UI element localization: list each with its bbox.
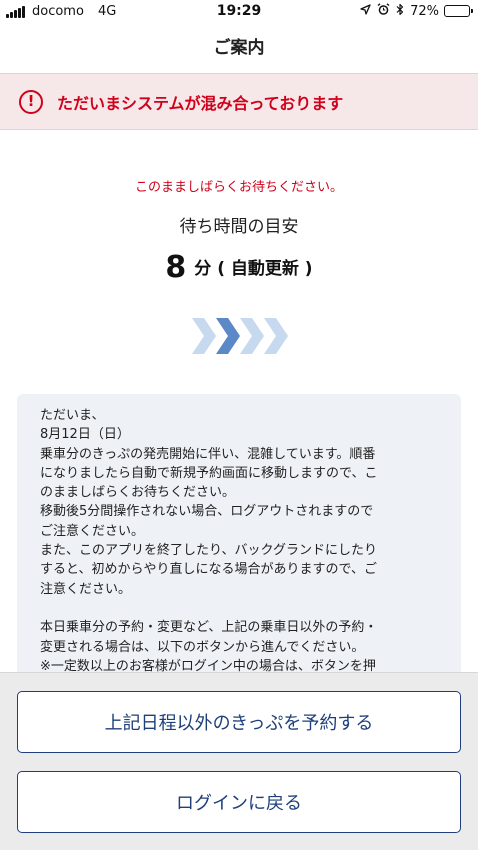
bottom-action-bar: 上記日程以外のきっぷを予約する ログインに戻る [0,672,478,850]
wait-message: このまましばらくお待ちください。 [134,180,343,195]
wait-unit: 分 ( 自動更新 ) [194,259,313,279]
wait-minutes: 8 [165,250,187,285]
status-right: 72% [360,3,473,19]
location-arrow-icon [360,4,371,18]
info-line: 変更される場合は、以下のボタンから進んでください。 [40,639,365,655]
info-line: 移動後5分間操作されない場合、ログアウトされますので [40,504,374,520]
info-line: 本日乗車分の予約・変更など、上記の乗車日以外の予約・ [40,620,378,636]
navigation-bar: ご案内 [0,24,478,74]
info-panel[interactable]: ただいま、 8月12日（日） 乗車分のきっぷの発売開始に伴い、混雑しています。順番に… [17,394,461,694]
wait-time-label: 待ち時間の目安 [179,217,299,237]
info-spacer [40,599,449,618]
progress-arrows-icon [192,318,288,354]
alarm-clock-icon [377,3,390,19]
alert-message: ただいまシステムが混み合っております [57,93,344,113]
back-to-login-button[interactable]: ログインに戻る [17,771,461,833]
page-title: ご案内 [213,38,265,58]
exclamation-circle-icon: ! [19,89,43,114]
bluetooth-icon [396,3,404,19]
alert-banner: ! ただいまシステムが混み合っております [0,74,478,130]
info-line: ただいま、 [40,408,105,423]
info-line: 乗車分のきっぷの発売開始に伴い、混雑しています。順番 [40,446,376,462]
battery-icon [444,5,473,17]
reserve-other-date-button[interactable]: 上記日程以外のきっぷを予約する [17,691,461,753]
info-line: また、このアプリを終了したり、バックグランドにしたり [40,543,377,559]
status-bar: docomo 4G 19:29 72% [0,0,478,24]
info-line: 8月12日（日） [40,427,130,443]
info-line: のまましばらくお待ちください。 [40,485,236,501]
info-line: ご注意ください。 [40,523,145,539]
wait-time-display: 8 分 ( 自動更新 ) [0,250,478,285]
info-line: になりましたら自動で新規予約画面に移動しますので、こ [40,465,378,481]
battery-percent: 72% [410,3,439,19]
info-line: 注意ください。 [40,581,132,597]
info-line: すると、初めからやり直しになる場合がありますので、ご [40,562,377,578]
